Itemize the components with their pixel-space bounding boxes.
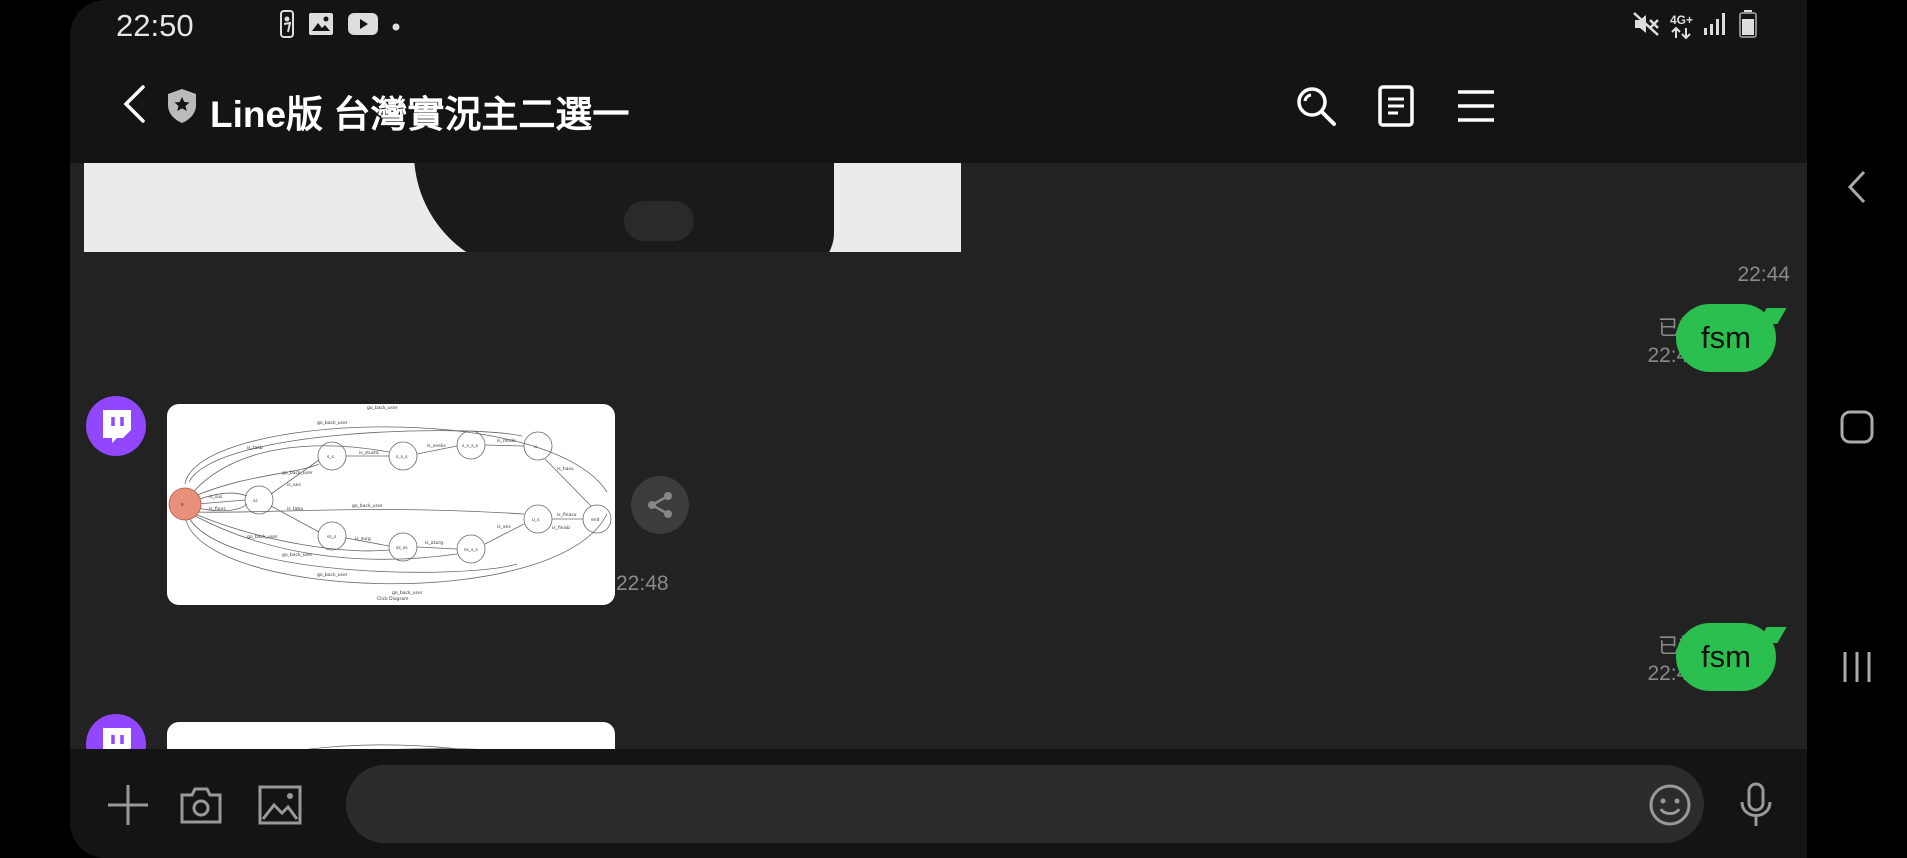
fsm-diagram-image[interactable] [167,722,615,749]
text-message-bubble[interactable]: fsm [1676,304,1776,372]
edge-label: go_back_user [317,572,348,578]
fsm-diagram-partial [306,744,476,749]
state-label: s_s_s_s [462,444,479,449]
state-label: ss_ss [396,546,408,551]
nav-back-button[interactable] [1832,162,1882,212]
edge-label: is_finisb [552,525,570,531]
network-label: 4G+ [1669,12,1693,27]
menu-button[interactable] [1448,78,1504,134]
search-button[interactable] [1288,78,1344,134]
network-4g-icon: 4G+ [1670,14,1693,40]
edge-label: go_back_user [317,420,348,426]
state-label: ss_s_s [464,548,479,553]
edge-label: is_tasb [247,445,263,451]
avatar[interactable] [86,396,146,456]
back-button[interactable] [110,80,158,128]
edge-label: is_sus [209,494,223,500]
edge-label: go_back_user [282,470,313,476]
photo-content [624,201,694,241]
edge-label: is_stusta [359,450,379,456]
edge-label: go_back_user [392,590,423,596]
chevron-left-icon [123,85,145,123]
edge-label: go_back_user [352,503,383,509]
message-input-bar [70,749,1807,858]
edge-label: is_ans [497,524,511,530]
fsm-diagram: go_back_user go_back_user is_tasb go_bac… [168,405,612,602]
camera-button[interactable] [175,779,227,831]
shield-icon [168,89,196,123]
message-time: 22:44 [1737,263,1790,286]
youtube-icon [348,13,378,40]
fsm-diagram-image[interactable]: go_back_user go_back_user is_tasb go_bac… [167,404,615,605]
state-label: ss [253,499,258,504]
emoji-icon [1649,784,1691,826]
state-label: s_s [327,455,335,460]
dot-icon [392,18,400,36]
mute-icon [1632,11,1660,42]
image-icon [258,785,302,825]
status-bar: 22:50 4G+ [70,0,1807,50]
status-system-icons: 4G+ [1632,10,1757,43]
menu-icon [1458,90,1494,122]
microphone-icon [1740,782,1772,826]
edge-label: is_mode [497,438,516,444]
system-navigation-bar [1807,0,1907,858]
notes-button[interactable] [1368,78,1424,134]
message-text: fsm [1701,639,1751,674]
state-label: end [591,517,600,523]
nav-home-button[interactable] [1832,402,1882,452]
share-icon [648,492,672,518]
twitch-icon [103,410,131,443]
edge-label: go_back_user [247,534,278,540]
image-message[interactable] [84,163,961,252]
edge-label: Click Diagram [377,596,408,602]
chat-header: Line版 台灣實況主二選一 [70,50,1807,163]
notes-icon [1378,85,1414,127]
search-icon [1297,87,1336,126]
nav-recents-button[interactable] [1832,642,1882,692]
avatar[interactable] [86,714,146,749]
edge-label: is_zurg [355,536,371,542]
signal-icon [1703,12,1729,41]
share-button[interactable] [631,476,689,534]
edge-label: go_back_user [367,405,398,411]
camera-icon [180,787,222,824]
battery-icon [1739,10,1757,43]
twitch-icon [103,728,131,749]
chevron-left-icon [1847,170,1866,204]
text-message-bubble[interactable]: fsm [1676,623,1776,691]
message-time: 22:48 [616,572,669,595]
message-input[interactable] [346,765,1704,843]
state-label: u [534,445,537,450]
edge-label: is_seeks [427,443,446,449]
state-label: ss_s [327,535,337,540]
edge-label: is_fiuns [209,506,226,512]
nba-icon [280,10,294,43]
edge-label: go_back_user [282,552,313,558]
add-button[interactable] [102,779,154,831]
edge-label: is_ans [287,482,301,488]
edge-label: is_finasu [557,512,577,518]
chat-message-list[interactable]: 22:44 已讀 22:48 fsm [70,163,1807,749]
edge-label: is_taba [287,506,303,512]
gallery-button[interactable] [254,779,306,831]
recents-icon [1843,652,1871,682]
emoji-button[interactable] [1644,779,1696,831]
gallery-icon [308,12,334,41]
edge-label: is_zzurg [425,540,443,546]
state-label: u_s [532,518,540,523]
phone-screen: 22:50 4G+ Line版 台灣實況主二選一 22:44 22:48 fsm… [70,0,1807,858]
message-text: fsm [1701,320,1751,355]
status-notification-icons [280,10,400,43]
chat-title: Line版 台灣實況主二選一 [210,94,630,135]
photo-content [414,163,834,252]
home-square-icon [1840,410,1874,444]
status-time: 22:50 [116,8,194,43]
state-label: s [181,502,184,508]
state-label: s_s_s [396,455,408,460]
plus-icon [108,785,148,825]
edge-label: is_hasu [557,466,574,472]
voice-button[interactable] [1730,779,1782,831]
